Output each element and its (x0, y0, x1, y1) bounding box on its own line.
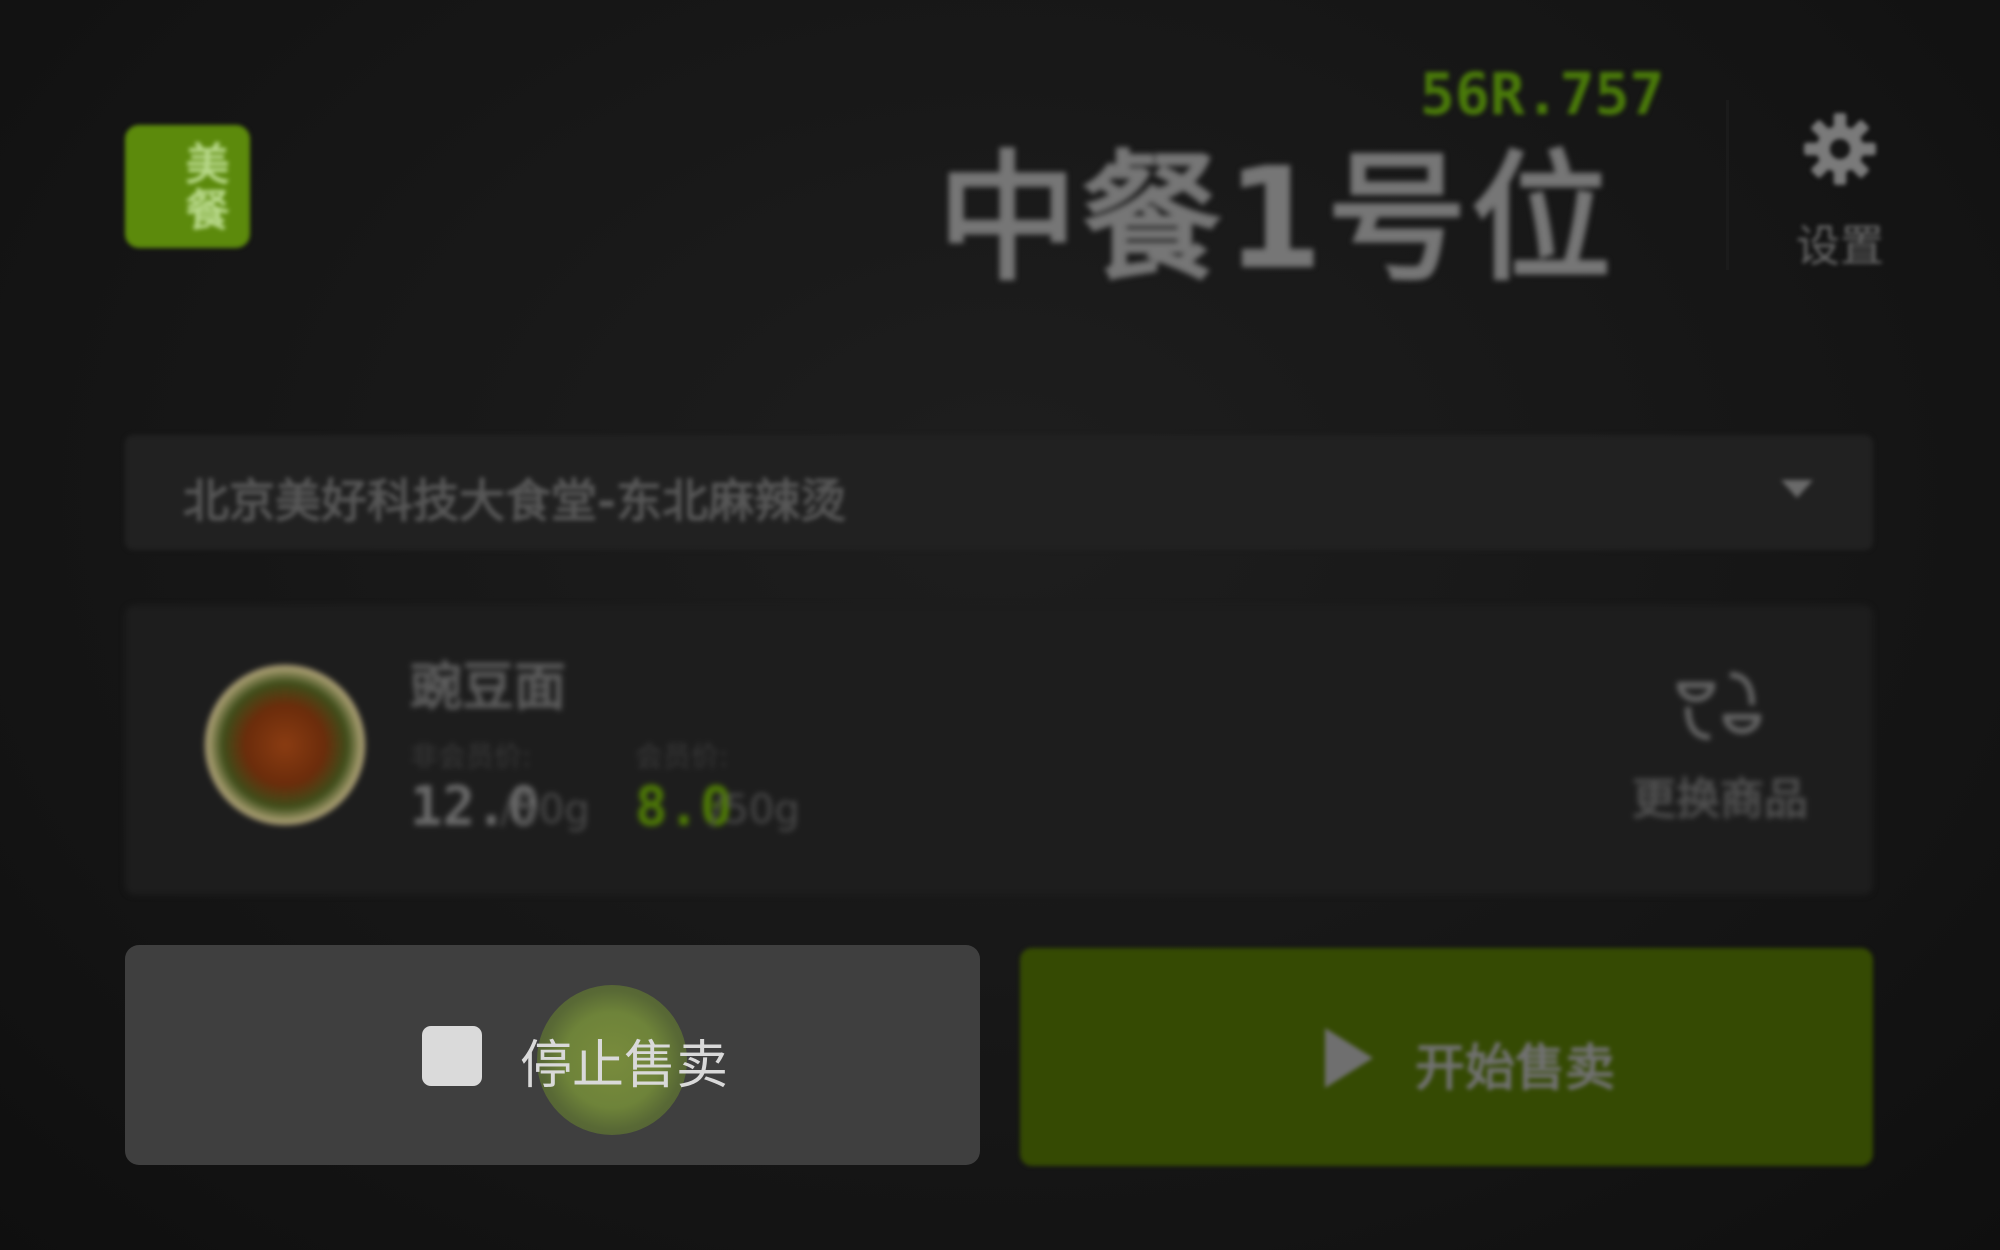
member-price-label: 会员价: (635, 740, 729, 773)
swap-product-label: 更换商品 (1632, 774, 1808, 825)
chevron-down-icon (1781, 480, 1813, 498)
member-price-unit: /50g (710, 787, 800, 833)
header-divider (1726, 100, 1729, 270)
gear-icon (1804, 113, 1876, 185)
product-card: 豌豆面 非会员价: 12.0 /50g 会员价: 8.0 /50g 更换商品 (125, 605, 1873, 895)
swap-bowls-icon (1676, 672, 1762, 740)
logo-text: 美餐 (177, 140, 229, 233)
regular-price-label: 非会员价: (410, 740, 532, 773)
regular-price-unit: /50g (500, 787, 590, 833)
settings-button[interactable]: 设置 (1780, 110, 1900, 280)
dish-name: 豌豆面 (410, 658, 567, 718)
dish-image (205, 665, 365, 825)
app-logo: 美餐 (125, 125, 250, 248)
stop-square-icon (422, 1026, 482, 1086)
store-select-value: 北京美好科技大食堂-东北麻辣烫 (183, 474, 847, 528)
swap-product-button[interactable]: 更换商品 (1595, 665, 1845, 845)
device-code: 56R.757 (1420, 60, 1665, 128)
start-selling-label: 开始售卖 (1415, 1039, 1615, 1097)
play-icon (1325, 1028, 1373, 1088)
stop-selling-label: 停止售卖 (520, 1036, 729, 1096)
start-selling-button[interactable]: 开始售卖 (1020, 948, 1873, 1166)
store-select[interactable]: 北京美好科技大食堂-东北麻辣烫 (125, 435, 1873, 550)
settings-label: 设置 (1796, 221, 1884, 272)
station-title: 中餐1号位 (937, 138, 1615, 301)
stop-selling-button[interactable]: 停止售卖 (125, 945, 980, 1165)
